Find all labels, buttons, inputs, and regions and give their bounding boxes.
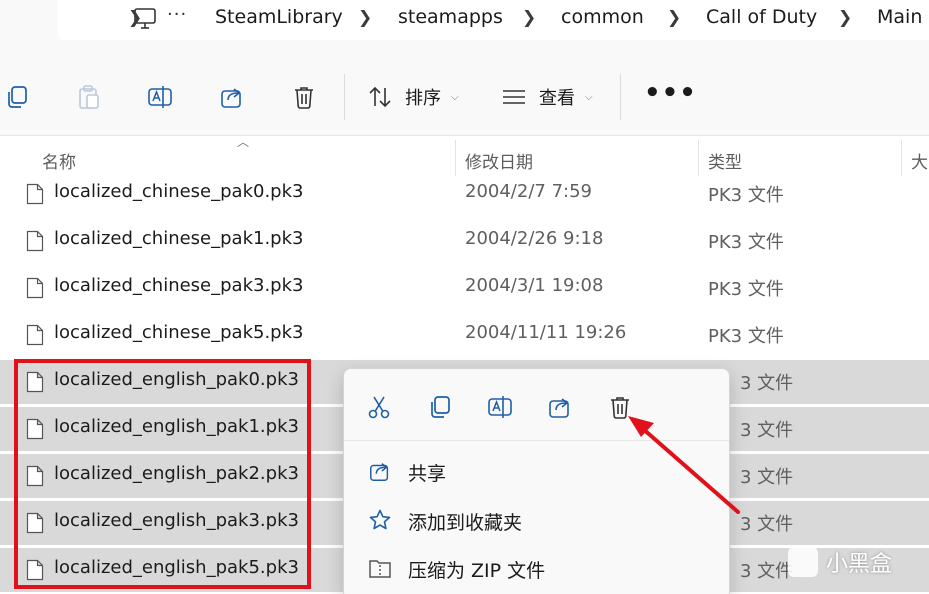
breadcrumb-item-common[interactable]: common [561, 6, 644, 28]
file-name: localized_chinese_pak0.pk3 [54, 181, 304, 202]
file-icon [26, 277, 44, 299]
watermark-logo [788, 547, 818, 577]
context-menu-item-label: 添加到收藏夹 [408, 512, 523, 534]
view-button[interactable]: 查看 [539, 84, 575, 110]
star-icon [369, 509, 391, 530]
paste-icon [79, 85, 99, 109]
context-menu-item-label: 压缩为 ZIP 文件 [408, 560, 546, 582]
toolbar-divider [344, 74, 345, 120]
file-type: 3 文件 [740, 420, 794, 441]
file-type: 3 文件 [740, 514, 794, 535]
file-date: 2004/2/7 7:59 [465, 181, 592, 202]
breadcrumb-item-steamapps[interactable]: steamapps [398, 6, 503, 28]
context-menu: 共享 添加到收藏夹 压缩为 ZIP 文件 [343, 368, 730, 594]
toolbar-divider [620, 74, 621, 120]
selection-highlight-box [14, 359, 311, 589]
context-menu-item-compress-zip[interactable]: 压缩为 ZIP 文件 [344, 546, 729, 592]
file-type: PK3 文件 [708, 185, 784, 206]
chevron-right-icon: ❯ [667, 8, 682, 28]
file-date: 2004/3/1 19:08 [465, 275, 604, 296]
breadcrumb-item-call-of-duty[interactable]: Call of Duty [706, 6, 817, 28]
context-menu-quick-actions [344, 369, 729, 441]
context-menu-item-add-to-favorites[interactable]: 添加到收藏夹 [344, 498, 729, 544]
context-menu-item-label: 共享 [408, 463, 447, 485]
breadcrumb-item-steamlibrary[interactable]: SteamLibrary [215, 6, 343, 28]
share-icon[interactable] [547, 394, 573, 420]
share-icon [370, 463, 389, 481]
file-type: 3 文件 [740, 467, 794, 488]
file-date: 2004/11/11 19:26 [465, 322, 627, 343]
file-type: PK3 文件 [708, 232, 784, 253]
context-menu-item-share[interactable]: 共享 [344, 449, 729, 495]
view-icon[interactable] [501, 84, 527, 110]
delete-icon[interactable] [607, 394, 633, 420]
sort-icon[interactable] [367, 84, 393, 110]
share-icon[interactable] [219, 84, 245, 110]
file-type: 3 文件 [740, 561, 794, 582]
chevron-right-icon: ❯ [522, 8, 537, 28]
rename-icon[interactable] [147, 84, 173, 110]
copy-icon[interactable] [427, 394, 453, 420]
file-icon [26, 324, 44, 346]
file-icon [26, 183, 44, 205]
breadcrumb-item-main[interactable]: Main [877, 6, 922, 28]
chevron-right-icon: ❯ [358, 8, 373, 28]
sort-ascending-icon: ︿ [237, 135, 250, 149]
chevron-right-icon: ❯ [128, 8, 143, 28]
file-name: localized_chinese_pak5.pk3 [54, 322, 304, 343]
address-bar-area: ❯ ··· SteamLibrary ❯ steamapps ❯ common … [0, 0, 929, 56]
cut-icon[interactable] [366, 394, 392, 420]
more-options-button[interactable]: ••• [644, 78, 697, 108]
file-type: 3 文件 [740, 373, 794, 394]
delete-icon[interactable] [291, 84, 317, 110]
column-divider[interactable] [698, 140, 699, 176]
chevron-right-icon: ❯ [838, 8, 853, 28]
column-header-type[interactable]: 类型 [708, 148, 742, 173]
column-divider[interactable] [901, 140, 902, 176]
sort-button[interactable]: 排序 [405, 84, 441, 110]
copy-icon[interactable] [4, 84, 30, 110]
rename-icon[interactable] [487, 394, 513, 420]
chevron-down-icon: ⌵ [451, 92, 459, 103]
command-bar: 排序 ⌵ 查看 ⌵ ••• [0, 56, 929, 136]
breadcrumb-overflow[interactable]: ··· [167, 4, 187, 25]
column-header-date[interactable]: 修改日期 [465, 148, 533, 173]
file-name: localized_chinese_pak1.pk3 [54, 228, 304, 249]
file-date: 2004/2/26 9:18 [465, 228, 604, 249]
file-row[interactable]: localized_chinese_pak0.pk3 2004/2/7 7:59… [0, 172, 929, 216]
file-row[interactable]: localized_chinese_pak3.pk3 2004/3/1 19:0… [0, 266, 929, 310]
column-header-size[interactable]: 大 [911, 148, 928, 173]
column-header-name[interactable]: 名称 [42, 148, 76, 173]
column-divider[interactable] [455, 140, 456, 176]
chevron-down-icon: ⌵ [585, 92, 593, 103]
file-type: PK3 文件 [708, 326, 784, 347]
file-icon [26, 230, 44, 252]
file-name: localized_chinese_pak3.pk3 [54, 275, 304, 296]
watermark-text: 小黑盒 [826, 552, 893, 577]
file-row[interactable]: localized_chinese_pak5.pk3 2004/11/11 19… [0, 313, 929, 357]
file-row[interactable]: localized_chinese_pak1.pk3 2004/2/26 9:1… [0, 219, 929, 263]
file-type: PK3 文件 [708, 279, 784, 300]
zip-folder-icon [369, 560, 391, 578]
